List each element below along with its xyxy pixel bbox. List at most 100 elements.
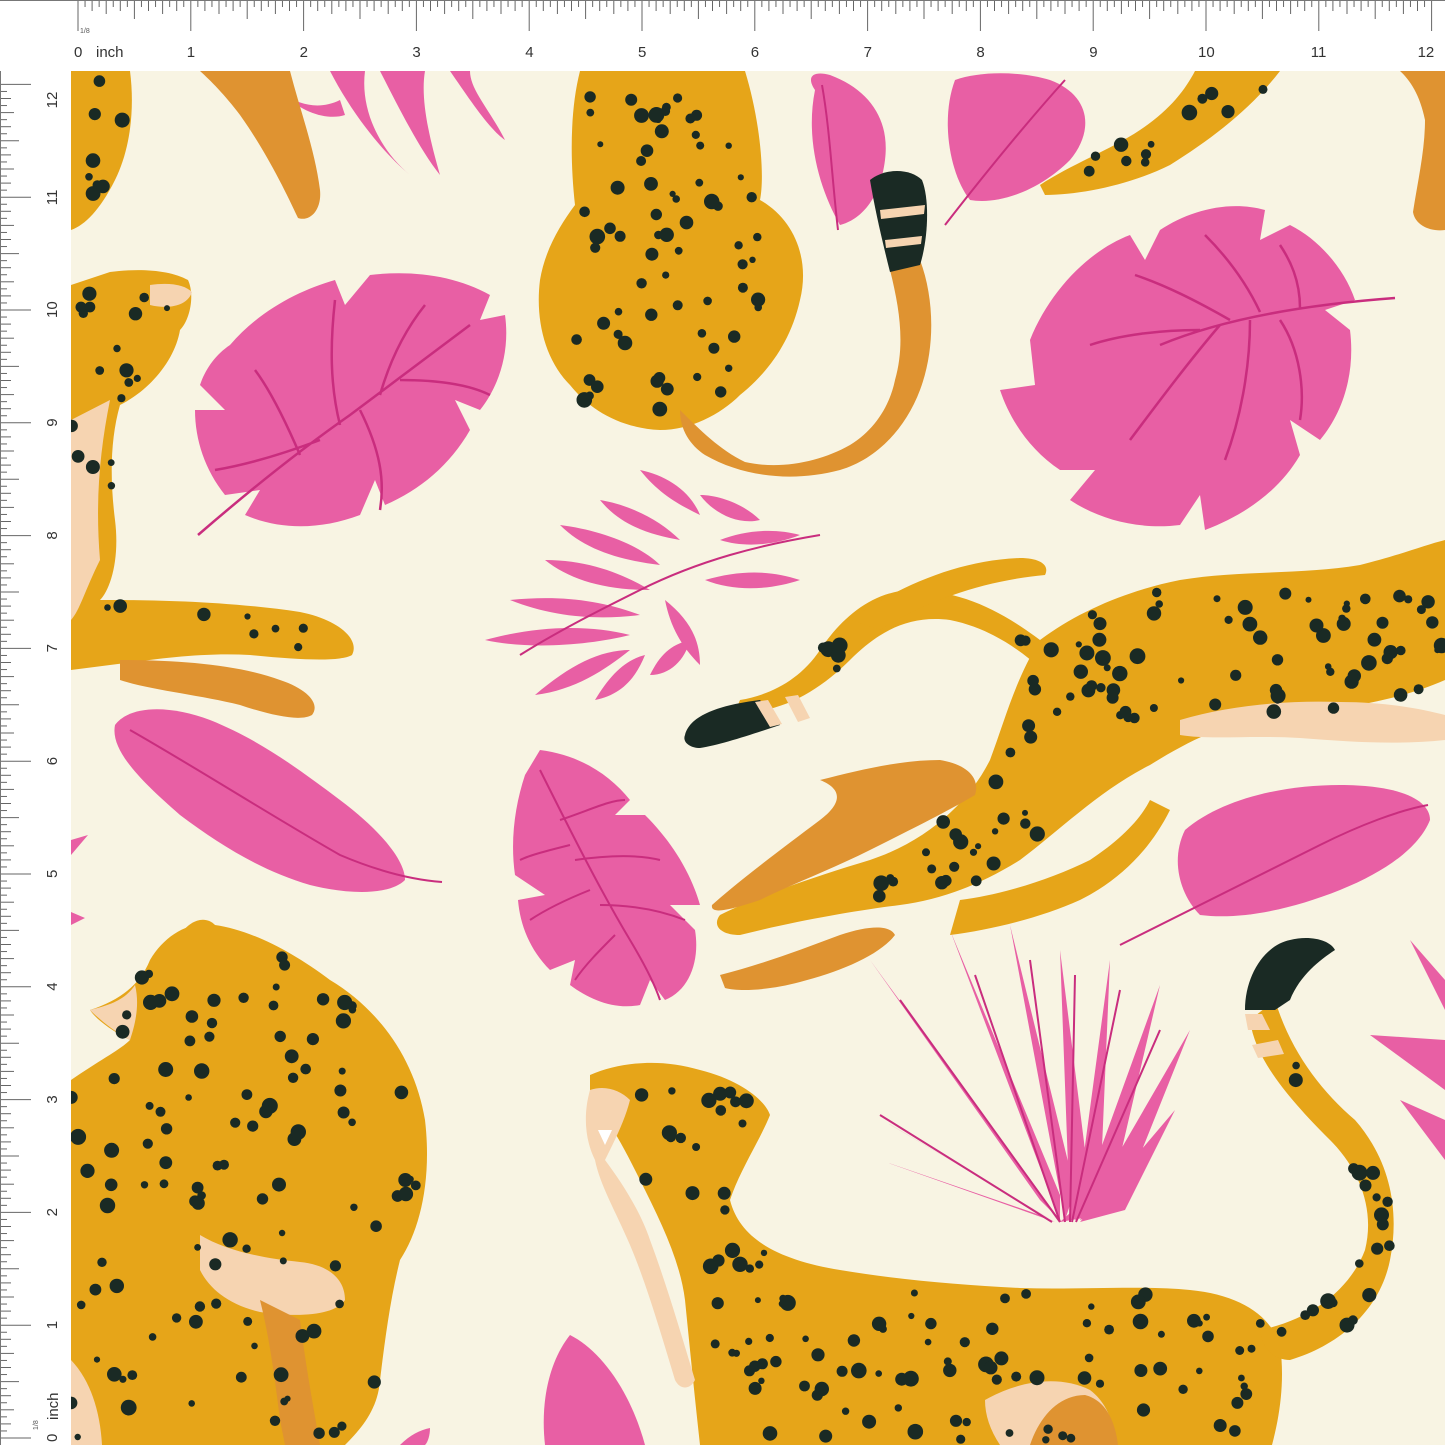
cheetah-spot [1106, 691, 1119, 704]
cheetah-spot [604, 222, 616, 235]
cheetah-spot [1178, 1384, 1188, 1395]
cheetah-spot [737, 174, 744, 181]
cheetah-spot [991, 1374, 1002, 1385]
cheetah-spot [724, 1086, 737, 1099]
cheetah-spot [284, 1049, 299, 1064]
cheetah-spot [1149, 704, 1158, 712]
cheetah-spot [725, 142, 732, 149]
cheetah-spot [85, 173, 93, 181]
cheetah-spot [728, 330, 741, 343]
cheetah-spot [1270, 688, 1286, 704]
left-ruler-number: 5 [44, 870, 61, 878]
cheetah-spot [720, 1205, 730, 1215]
cheetah-spot [701, 1092, 717, 1108]
cheetah-spot [762, 1426, 778, 1441]
cheetah-spot [1376, 616, 1389, 629]
cheetah-spot [679, 215, 694, 230]
top-ruler-number: 7 [864, 44, 872, 61]
cheetah-spot [962, 1417, 971, 1427]
cheetah-spot [1360, 593, 1371, 605]
left-ruler-number: 7 [44, 644, 61, 652]
cheetah-spot [335, 1299, 344, 1309]
cheetah-spot [298, 623, 308, 633]
cheetah-spot [274, 1030, 286, 1043]
cheetah-spot [1043, 642, 1059, 658]
cheetah-spot [1093, 617, 1107, 631]
cheetah-spot [1372, 1193, 1381, 1202]
cheetah-spot [717, 1186, 731, 1200]
cheetah-spot [614, 230, 626, 242]
cheetah-spot [1187, 1313, 1201, 1328]
cheetah-spot [93, 1356, 101, 1363]
cheetah-spot [708, 342, 720, 354]
left-ruler-number: 12 [44, 92, 61, 109]
cheetah-spot [746, 192, 757, 203]
cheetah-spot [739, 1093, 754, 1109]
cheetah-spot [715, 1105, 727, 1116]
cheetah-spot [1197, 93, 1208, 104]
cheetah-spot [975, 843, 982, 850]
cheetah-spot [1213, 595, 1221, 603]
cheetah-spot [703, 296, 712, 306]
top-ruler-number: 10 [1198, 44, 1215, 61]
cheetah-spot [350, 1203, 358, 1212]
cheetah-spot [1029, 1370, 1045, 1386]
cheetah-spot [1079, 645, 1095, 661]
cheetah-spot [936, 815, 950, 829]
cheetah-spot [1434, 647, 1441, 654]
cheetah-spot [185, 1010, 199, 1023]
cheetah-spot [1362, 1288, 1377, 1303]
cheetah-spot [585, 391, 594, 400]
cheetah-spot [96, 179, 110, 194]
cheetah-spot [873, 875, 889, 891]
cheetah-spot [1324, 663, 1332, 670]
cheetah-spot [1371, 1242, 1384, 1255]
cheetah-spot [871, 1316, 887, 1332]
cheetah-spot [93, 75, 106, 87]
top-ruler-number: 9 [1089, 44, 1097, 61]
cheetah-spot [1005, 747, 1016, 758]
cheetah-spot [1113, 137, 1129, 152]
cheetah-spot [159, 1179, 169, 1189]
cheetah-spot [313, 1427, 325, 1439]
cheetah-spot [206, 1017, 218, 1029]
cheetah-spot [696, 141, 705, 150]
cheetah-spot [109, 1278, 125, 1294]
cheetah-spot [348, 1118, 356, 1127]
cheetah-spot [1203, 1313, 1210, 1321]
left-ruler-number: 0 [44, 1434, 61, 1442]
cheetah-spot [579, 206, 590, 218]
cheetah-spot [819, 1429, 833, 1443]
top-ruler-fraction-label: 1/8 [80, 28, 90, 35]
top-ruler-number: 11 [1311, 44, 1327, 61]
cheetah-spot [903, 1370, 919, 1387]
cheetah-spot [1374, 1207, 1389, 1223]
cheetah-spot [1361, 655, 1377, 671]
cheetah-spot [654, 124, 669, 139]
cheetah-spot [249, 629, 259, 639]
cheetah-spot [1095, 650, 1111, 666]
cheetah-spot [394, 1085, 409, 1100]
cheetah-spot [188, 1400, 195, 1407]
top-ruler-number: 6 [751, 44, 759, 61]
cheetah-spot [645, 247, 659, 261]
cheetah-spot [745, 1337, 753, 1345]
cheetah-spot [1393, 688, 1408, 702]
left-ruler: 1211109876543210 inch 1/8 [0, 71, 71, 1445]
cheetah-spot [710, 1339, 720, 1349]
cheetah-spot [634, 108, 649, 123]
cheetah-spot [597, 141, 604, 148]
cheetah-spot [715, 386, 727, 398]
cheetah-spot [194, 1063, 210, 1079]
cheetah-spot [235, 1371, 247, 1383]
cheetah-spot [636, 156, 647, 166]
cheetah-spot [242, 1244, 251, 1253]
cheetah-spot [290, 1124, 306, 1140]
cheetah-spot [1024, 730, 1038, 744]
cheetah-spot [639, 1172, 653, 1186]
cheetah-spot [737, 259, 748, 270]
cheetah-spot [1221, 105, 1235, 119]
cheetah-spot [230, 1117, 241, 1128]
cheetah-spot [935, 876, 949, 890]
cheetah-spot [613, 329, 623, 339]
